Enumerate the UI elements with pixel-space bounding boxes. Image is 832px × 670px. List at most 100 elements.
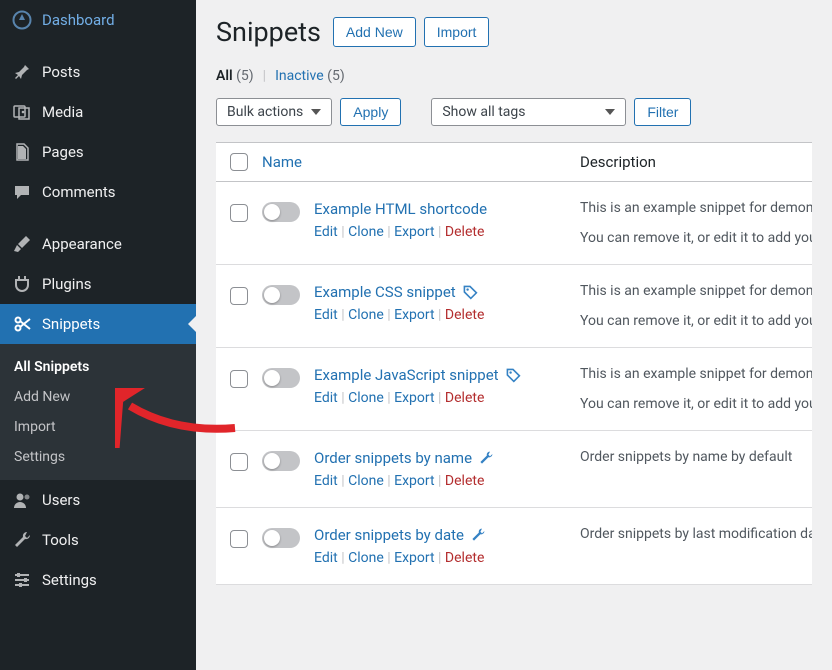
snippet-title-link[interactable]: Example HTML shortcode xyxy=(314,200,487,218)
row-desc-2: You can remove it, or edit it to add you… xyxy=(580,313,812,329)
bulk-actions-select[interactable]: Bulk actions xyxy=(216,98,332,126)
row-desc-1: This is an example snippet for demonstra… xyxy=(580,283,812,299)
submenu-all-snippets[interactable]: All Snippets xyxy=(0,352,196,382)
table-row: Order snippets by date Edit | Clone | Ex… xyxy=(216,508,812,585)
pin-icon xyxy=(12,62,32,82)
snippet-toggle[interactable] xyxy=(262,202,300,222)
action-clone[interactable]: Clone xyxy=(348,473,384,489)
action-delete[interactable]: Delete xyxy=(445,390,484,406)
col-name-sort[interactable]: Name xyxy=(262,153,302,171)
wrench-icon xyxy=(478,450,494,466)
menu-appearance[interactable]: Appearance xyxy=(0,224,196,264)
snippet-title-link[interactable]: Order snippets by name xyxy=(314,449,472,467)
select-all-checkbox[interactable] xyxy=(230,153,248,171)
action-edit[interactable]: Edit xyxy=(314,390,338,406)
tags-select[interactable]: Show all tags xyxy=(431,98,626,126)
tag-icon xyxy=(462,284,478,300)
wrench-icon xyxy=(470,527,486,543)
col-description: Description xyxy=(580,153,656,171)
dashboard-icon xyxy=(12,10,32,30)
table-body: Example HTML shortcode Edit | Clone | Ex… xyxy=(216,182,812,585)
action-edit[interactable]: Edit xyxy=(314,473,338,489)
menu-label: Appearance xyxy=(42,235,122,253)
snippet-toggle[interactable] xyxy=(262,368,300,388)
page-icon xyxy=(12,142,32,162)
menu-dashboard[interactable]: Dashboard xyxy=(0,0,196,40)
submenu-settings[interactable]: Settings xyxy=(0,442,196,472)
media-icon xyxy=(12,102,32,122)
action-edit[interactable]: Edit xyxy=(314,550,338,566)
snippet-toggle[interactable] xyxy=(262,528,300,548)
menu-plugins[interactable]: Plugins xyxy=(0,264,196,304)
menu-label: Tools xyxy=(42,531,79,549)
menu-label: Settings xyxy=(42,571,97,589)
snippet-title-link[interactable]: Example CSS snippet xyxy=(314,283,456,301)
table-row: Example HTML shortcode Edit | Clone | Ex… xyxy=(216,182,812,265)
action-delete[interactable]: Delete xyxy=(445,307,484,323)
row-checkbox[interactable] xyxy=(230,530,248,548)
menu-snippets[interactable]: Snippets xyxy=(0,304,196,344)
menu-label: Comments xyxy=(42,183,116,201)
row-desc-2: You can remove it, or edit it to add you… xyxy=(580,396,812,412)
action-clone[interactable]: Clone xyxy=(348,307,384,323)
filter-all[interactable]: All xyxy=(216,68,233,84)
snippet-title-link[interactable]: Example JavaScript snippet xyxy=(314,366,499,384)
brush-icon xyxy=(12,234,32,254)
action-export[interactable]: Export xyxy=(394,224,434,240)
action-export[interactable]: Export xyxy=(394,473,434,489)
snippet-toggle[interactable] xyxy=(262,285,300,305)
menu-label: Plugins xyxy=(42,275,91,293)
action-delete[interactable]: Delete xyxy=(445,224,484,240)
action-clone[interactable]: Clone xyxy=(348,390,384,406)
main-content: Snippets Add New Import All (5) | Inacti… xyxy=(196,0,832,670)
menu-label: Users xyxy=(42,491,80,509)
apply-button[interactable]: Apply xyxy=(340,98,401,126)
menu-media[interactable]: Media xyxy=(0,92,196,132)
menu-label: Pages xyxy=(42,143,84,161)
action-export[interactable]: Export xyxy=(394,550,434,566)
filter-all-count: (5) xyxy=(236,68,254,84)
filter-links: All (5) | Inactive (5) xyxy=(216,68,812,84)
menu-posts[interactable]: Posts xyxy=(0,52,196,92)
plugin-icon xyxy=(12,274,32,294)
action-clone[interactable]: Clone xyxy=(348,224,384,240)
snippet-title-link[interactable]: Order snippets by date xyxy=(314,526,464,544)
row-checkbox[interactable] xyxy=(230,287,248,305)
menu-settings[interactable]: Settings xyxy=(0,560,196,600)
action-edit[interactable]: Edit xyxy=(314,307,338,323)
submenu-add-new[interactable]: Add New xyxy=(0,382,196,412)
menu-pages[interactable]: Pages xyxy=(0,132,196,172)
action-edit[interactable]: Edit xyxy=(314,224,338,240)
action-delete[interactable]: Delete xyxy=(445,550,484,566)
row-checkbox[interactable] xyxy=(230,453,248,471)
menu-tools[interactable]: Tools xyxy=(0,520,196,560)
action-export[interactable]: Export xyxy=(394,307,434,323)
tag-icon xyxy=(505,367,521,383)
menu-users[interactable]: Users xyxy=(0,480,196,520)
menu-label: Snippets xyxy=(42,315,100,333)
action-export[interactable]: Export xyxy=(394,390,434,406)
row-desc: Order snippets by name by default xyxy=(580,449,812,465)
row-desc-1: This is an example snippet for demonstra… xyxy=(580,200,812,216)
import-button[interactable]: Import xyxy=(424,17,490,47)
menu-comments[interactable]: Comments xyxy=(0,172,196,212)
add-new-button[interactable]: Add New xyxy=(333,17,416,47)
action-clone[interactable]: Clone xyxy=(348,550,384,566)
sliders-icon xyxy=(12,570,32,590)
filter-button[interactable]: Filter xyxy=(634,98,691,126)
comment-icon xyxy=(12,182,32,202)
row-checkbox[interactable] xyxy=(230,370,248,388)
action-delete[interactable]: Delete xyxy=(445,473,484,489)
submenu-import[interactable]: Import xyxy=(0,412,196,442)
page-title: Snippets xyxy=(216,16,321,48)
table-row: Order snippets by name Edit | Clone | Ex… xyxy=(216,431,812,508)
filter-inactive[interactable]: Inactive xyxy=(275,68,324,84)
menu-label: Posts xyxy=(42,63,80,81)
admin-sidebar: Dashboard Posts Media Pages Comments App… xyxy=(0,0,196,670)
row-desc-2: You can remove it, or edit it to add you… xyxy=(580,230,812,246)
menu-label: Dashboard xyxy=(42,11,115,29)
menu-label: Media xyxy=(42,103,83,121)
row-checkbox[interactable] xyxy=(230,204,248,222)
snippet-toggle[interactable] xyxy=(262,451,300,471)
filter-sep: | xyxy=(263,68,266,84)
